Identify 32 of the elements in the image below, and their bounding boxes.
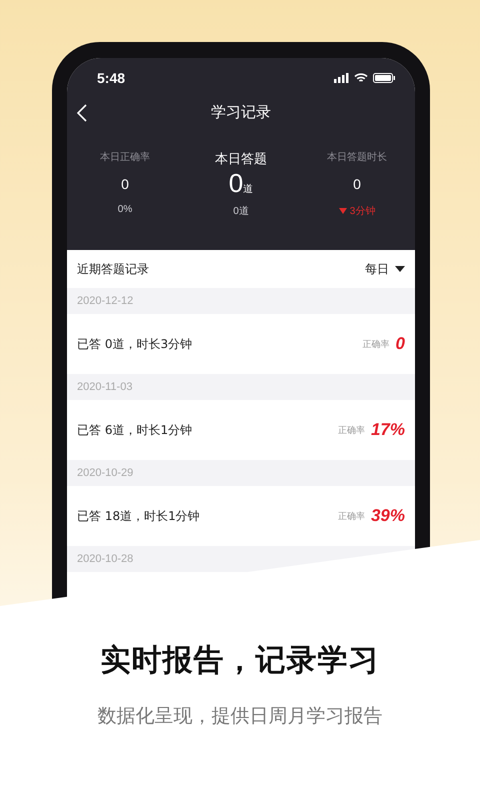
page-title: 学习记录	[211, 102, 271, 122]
stat-value: 0道	[228, 168, 254, 198]
period-dropdown[interactable]: 每日	[365, 258, 405, 280]
stat-label: 本日答题时长	[327, 150, 387, 165]
stat-subtext: 0道	[233, 205, 249, 218]
rate-value: 39%	[370, 506, 405, 526]
stat-label: 本日正确率	[100, 150, 150, 165]
stat-value: 0	[353, 176, 361, 194]
promo-subtitle: 数据化呈现，提供日周月学习报告	[98, 704, 382, 729]
date-header: 2020-11-03	[67, 374, 415, 400]
rate-value: 17%	[370, 420, 405, 440]
date-header: 2020-12-12	[67, 288, 415, 314]
rate-label: 正确率	[338, 510, 365, 522]
battery-icon	[373, 73, 395, 83]
caret-icon	[395, 266, 405, 272]
record-summary: 已答 6道，时长1分钟	[77, 422, 194, 438]
section-title: 近期答题记录	[77, 260, 149, 278]
rate-label: 正确率	[338, 424, 365, 436]
record-summary: 已答 0道，时长3分钟	[77, 336, 194, 352]
stat-subtext: 0%	[118, 204, 132, 215]
back-button[interactable]	[75, 102, 89, 124]
rate-value: 0	[396, 334, 405, 354]
record-summary: 已答 18道，时长1分钟	[77, 508, 201, 524]
stat-value: 0	[121, 176, 129, 194]
rate-label: 正确率	[362, 338, 390, 350]
signal-icon	[334, 73, 349, 83]
stat-label: 本日答题	[215, 151, 267, 168]
date-header: 2020-10-29	[67, 460, 415, 486]
stat-subtext: 3分钟	[350, 204, 376, 218]
status-time: 5:48	[97, 70, 126, 86]
wifi-icon	[354, 73, 368, 83]
promo-headline: 实时报告，记录学习	[100, 642, 380, 680]
